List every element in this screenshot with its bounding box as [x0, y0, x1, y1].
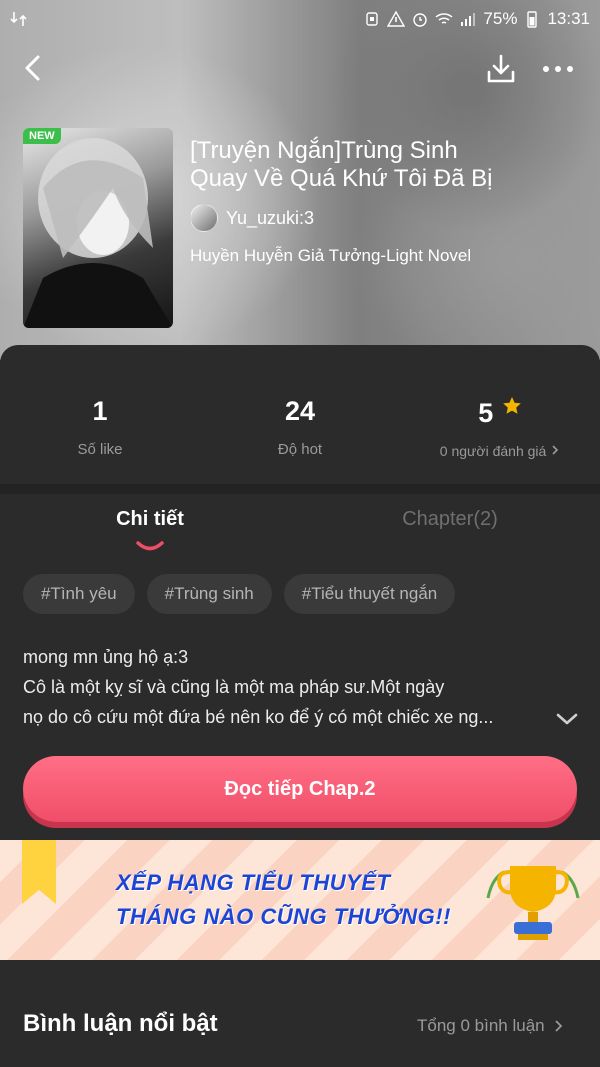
stat-rating[interactable]: 5 0 người đánh giá	[400, 396, 600, 459]
chevron-down-icon[interactable]	[554, 708, 580, 730]
section-divider	[0, 484, 600, 494]
alarm-icon	[413, 13, 428, 27]
status-bar: 75% 13:31	[0, 0, 600, 38]
banner-line-2: THÁNG NÀO CŨNG THƯỞNG!!	[116, 904, 451, 929]
wifi-icon	[435, 13, 453, 24]
banner-line-1: XẾP HẠNG TIỂU THUYẾT	[116, 870, 391, 895]
warning-icon	[387, 10, 406, 27]
battery-icon	[527, 11, 538, 28]
new-badge: NEW	[23, 128, 61, 144]
continue-reading-button[interactable]: Đọc tiếp Chap.2	[23, 756, 577, 822]
tab-details[interactable]: Chi tiết	[0, 508, 300, 531]
tab-indicator	[136, 541, 164, 551]
top-bar	[0, 44, 600, 92]
back-icon[interactable]	[18, 52, 50, 84]
book-title-line-1: [Truyện Ngắn]Trùng Sinh	[190, 137, 458, 164]
hot-value: 24	[284, 396, 316, 426]
rating-label: 0 người đánh giá	[439, 443, 547, 459]
stat-likes: 1 Số like	[0, 396, 200, 458]
tag-chip[interactable]: #Tiểu thuyết ngắn	[283, 574, 456, 614]
author-row[interactable]: Yu_uzuki:3	[190, 204, 314, 232]
shield-icon	[366, 12, 379, 26]
signal-icon	[461, 13, 476, 26]
trophy-icon	[486, 866, 580, 940]
author-name: Yu_uzuki:3	[226, 207, 315, 228]
tag-chip[interactable]: #Tình yêu	[23, 574, 135, 614]
continue-reading-label: Đọc tiếp Chap.2	[224, 777, 376, 800]
description-line: mong mn ủng hộ ạ:3	[23, 647, 189, 667]
rating-value: 5	[478, 398, 494, 428]
book-title-line-2: Quay Về Quá Khứ Tôi Đã Bị	[190, 165, 493, 192]
more-icon[interactable]	[540, 54, 576, 84]
book-title: [Truyện Ngắn]Trùng Sinh Quay Về Quá Khứ …	[190, 137, 550, 193]
likes-value: 1	[92, 396, 108, 426]
featured-comments-title: Bình luận nổi bật	[23, 1010, 218, 1037]
tab-chapter[interactable]: Chapter(2)	[300, 508, 600, 531]
chevron-right-icon	[554, 1020, 562, 1032]
cover-art	[23, 138, 173, 328]
chevron-right-icon	[552, 445, 559, 455]
comments-count: Tổng 0 bình luận	[417, 1016, 545, 1035]
tag-list: #Tình yêu #Trùng sinh #Tiểu thuyết ngắn	[23, 574, 456, 614]
stat-hot: 24 Độ hot	[200, 396, 400, 458]
clock: 13:31	[547, 9, 590, 28]
star-icon	[502, 397, 521, 414]
avatar	[190, 204, 218, 232]
tag-chip[interactable]: #Trùng sinh	[146, 574, 272, 614]
hot-label: Độ hot	[277, 441, 323, 458]
rating-label-row: 0 người đánh giá	[400, 443, 600, 459]
description-line: nọ do cô cứu một đứa bé nên ko để ý có m…	[23, 707, 494, 727]
battery-percent: 75%	[483, 9, 518, 28]
likes-label: Số like	[77, 441, 123, 458]
book-description[interactable]: mong mn ủng hộ ạ:3 Cô là một kỵ sĩ và cũ…	[23, 642, 553, 732]
comments-count-link[interactable]: Tổng 0 bình luận	[417, 1016, 563, 1036]
download-icon[interactable]	[484, 52, 518, 86]
ribbon-icon	[22, 840, 56, 904]
data-transfer-icon	[10, 12, 27, 26]
description-line: Cô là một kỵ sĩ và cũng là một ma pháp s…	[23, 677, 445, 697]
book-cover[interactable]: NEW	[23, 128, 173, 328]
book-genre: Huyền Huyễn Giả Tưởng-Light Novel	[190, 246, 472, 265]
